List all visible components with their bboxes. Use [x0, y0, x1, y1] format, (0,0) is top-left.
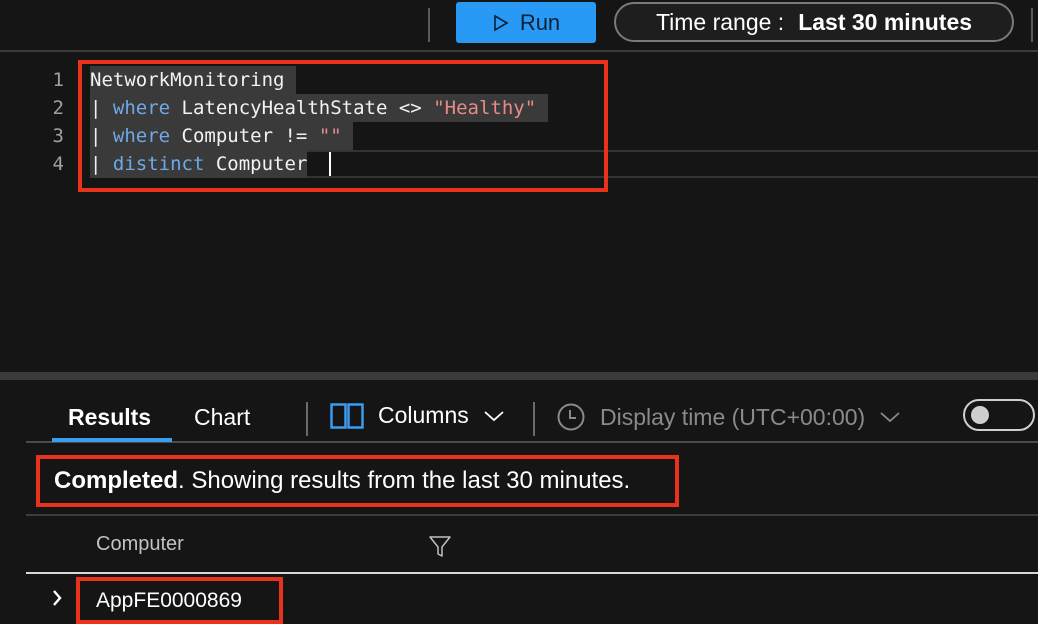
time-range-value: Last 30 minutes	[798, 8, 973, 35]
time-range-label: Time range :	[655, 8, 785, 35]
clock-icon	[557, 403, 585, 431]
results-toolbar: Results Chart Columns Display time (UTC+…	[0, 380, 1038, 444]
divider	[26, 514, 1038, 516]
tab-chart[interactable]: Chart	[194, 404, 250, 431]
pane-splitter[interactable]	[0, 372, 1038, 380]
line-number: 2	[52, 97, 64, 119]
time-range-picker[interactable]: Time range : Last 30 minutes	[614, 2, 1014, 42]
toolbar-divider	[1031, 8, 1033, 42]
play-icon	[494, 14, 509, 31]
status-highlight-box	[36, 455, 679, 507]
line-number: 3	[52, 125, 64, 147]
header-divider	[26, 572, 1038, 574]
query-highlight-box	[78, 60, 608, 192]
toggle-switch[interactable]	[963, 399, 1035, 431]
query-toolbar: Run Time range : Last 30 minutes	[0, 0, 1038, 52]
display-time-label: Display time (UTC+00:00)	[600, 403, 866, 430]
columns-label: Columns	[378, 402, 469, 428]
toolbar-divider	[533, 402, 535, 436]
run-button[interactable]: Run	[456, 2, 596, 43]
columns-icon	[330, 402, 364, 429]
tab-results[interactable]: Results	[68, 404, 151, 431]
filter-icon[interactable]	[428, 534, 452, 558]
expand-row-chevron-icon[interactable]	[50, 588, 64, 608]
toolbar-divider	[306, 402, 308, 436]
tabs-baseline	[26, 441, 1038, 443]
chevron-down-icon	[484, 410, 504, 421]
display-time-dropdown[interactable]: Display time (UTC+00:00)	[556, 402, 901, 432]
run-button-label: Run	[519, 9, 561, 35]
chevron-down-icon	[880, 412, 900, 423]
columns-button[interactable]: Columns	[330, 402, 505, 429]
line-number: 1	[52, 69, 64, 91]
active-tab-indicator	[52, 438, 172, 442]
row-highlight-box	[76, 577, 283, 624]
toolbar-divider	[428, 8, 430, 42]
line-number: 4	[52, 153, 64, 175]
toggle-knob	[971, 406, 989, 424]
column-header-computer[interactable]: Computer	[96, 533, 184, 556]
